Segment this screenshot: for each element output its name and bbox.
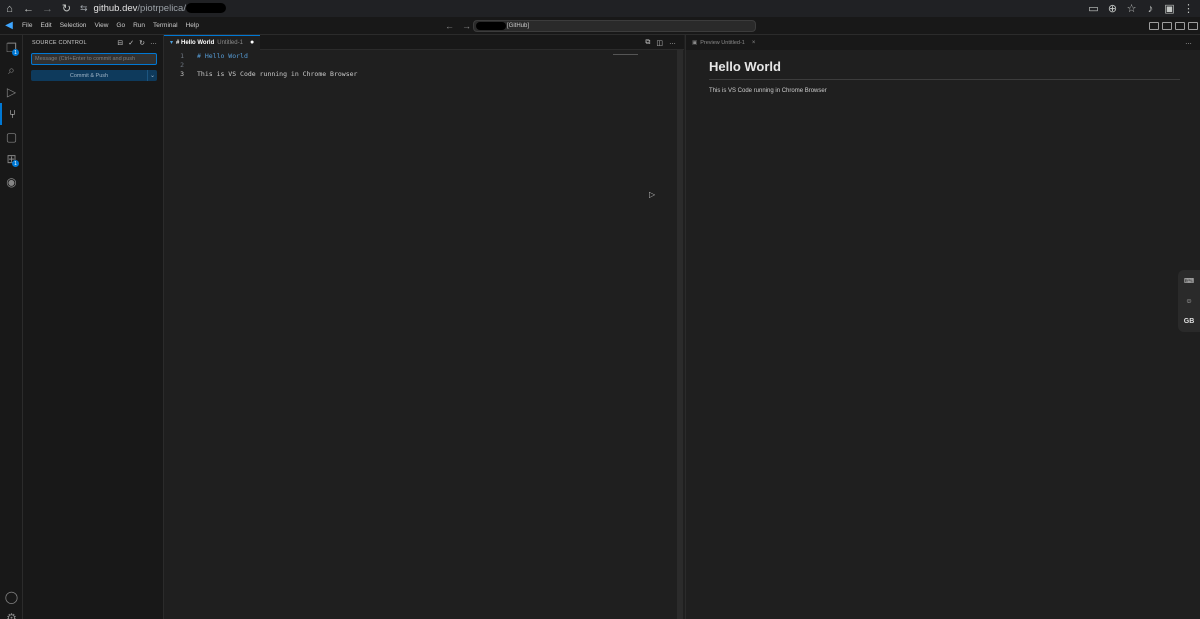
- emoji-icon[interactable]: ☺: [1185, 298, 1192, 305]
- editor-scrollbar[interactable]: [677, 50, 683, 619]
- zoom-icon[interactable]: ⊕: [1103, 0, 1122, 17]
- extensions-icon[interactable]: ⊞ 1: [0, 148, 23, 170]
- extensions-badge: 1: [12, 160, 19, 167]
- open-preview-side-icon[interactable]: ⧉: [645, 39, 650, 47]
- nav-back-icon[interactable]: ←: [445, 21, 454, 31]
- run-debug-icon[interactable]: ▷: [0, 81, 23, 103]
- editor-group-markdown: ▾ # Hello World Untitled-1 ● ⧉ ◫ … 1 # H…: [164, 34, 684, 619]
- commit-push-button[interactable]: Commit & Push: [31, 70, 147, 81]
- menu-file[interactable]: File: [18, 17, 36, 35]
- reload-icon[interactable]: ↻: [57, 0, 76, 17]
- browser-toolbar: ⌂ ← → ↻ ⇆ github.dev/piotrpelica/ ▭ ⊕ ☆ …: [0, 0, 1200, 17]
- account-icon[interactable]: ◯: [0, 586, 23, 608]
- split-editor-icon[interactable]: ◫: [656, 39, 663, 47]
- sidebar-title: SOURCE CONTROL: [32, 40, 87, 46]
- preview-heading: Hello World: [709, 59, 1180, 80]
- tab-hello-world[interactable]: ▾ # Hello World Untitled-1 ●: [164, 34, 261, 50]
- mic-icon[interactable]: ♪: [1141, 0, 1160, 17]
- unsaved-dot-icon[interactable]: ●: [250, 39, 254, 46]
- line-text: # Hello World: [197, 52, 248, 60]
- code-line: 1 # Hello World: [164, 52, 684, 61]
- tab-description: Untitled-1: [217, 39, 243, 46]
- floating-toolbar: ⌨ ☺ GB: [1178, 270, 1200, 332]
- preview-icon: ▣: [692, 39, 698, 46]
- vscode-titlebar: ◀ File Edit Selection View Go Run Termin…: [0, 17, 1200, 35]
- menu-terminal[interactable]: Terminal: [149, 17, 182, 35]
- redacted-text: [476, 22, 506, 30]
- explorer-badge: 1: [12, 49, 19, 56]
- activity-bar: ❐ 1 ⌕ ▷ ⑂ ▢ ⊞ 1 ◉ ◯ ⚙: [0, 35, 23, 619]
- extension-icon[interactable]: ▣: [1160, 0, 1179, 17]
- mouse-pointer-icon: ▷: [649, 190, 656, 199]
- command-center[interactable]: [GitHub]: [473, 20, 756, 32]
- close-icon[interactable]: ×: [752, 40, 756, 46]
- line-number: 2: [180, 61, 184, 69]
- keyboard-icon[interactable]: ⌨: [1184, 277, 1194, 285]
- toggle-sidebar-icon[interactable]: [1162, 22, 1172, 30]
- tab-title: Preview Untitled-1: [700, 39, 745, 46]
- minimap[interactable]: [613, 54, 638, 55]
- markdown-file-icon: ▾: [170, 40, 174, 46]
- line-number: 1: [180, 52, 184, 60]
- search-icon[interactable]: ⌕: [0, 59, 23, 81]
- tab-title: # Hello World: [176, 39, 215, 46]
- code-line: 2: [164, 61, 684, 70]
- home-icon[interactable]: ⌂: [0, 0, 19, 17]
- source-control-view: SOURCE CONTROL ⊟ ✓ ↻ … Message (Ctrl+Ent…: [23, 35, 164, 619]
- source-control-icon[interactable]: ⑂: [0, 103, 23, 125]
- line-number: 3: [180, 70, 184, 78]
- menu-bar: File Edit Selection View Go Run Terminal…: [18, 17, 203, 35]
- settings-gear-icon[interactable]: ⚙: [0, 607, 23, 619]
- refresh-icon[interactable]: ↻: [139, 39, 145, 47]
- remote-explorer-icon[interactable]: ▢: [0, 126, 23, 148]
- command-center-label: [GitHub]: [507, 23, 530, 29]
- site-settings-icon[interactable]: ⇆: [80, 3, 88, 14]
- commit-dropdown-icon[interactable]: ⌄: [147, 70, 157, 81]
- code-line: 3 This is VS Code running in Chrome Brow…: [164, 70, 684, 79]
- url-path: /piotrpelica/: [137, 3, 186, 14]
- menu-run[interactable]: Run: [129, 17, 149, 35]
- editor-group-preview: ▣ Preview Untitled-1 × … Hello World Thi…: [685, 35, 1200, 619]
- cast-icon[interactable]: ▭: [1084, 0, 1103, 17]
- back-arrow-icon[interactable]: ←: [19, 0, 38, 17]
- language-gb-button[interactable]: GB: [1184, 318, 1195, 325]
- commit-message-input[interactable]: Message (Ctrl+Enter to commit and push: [31, 53, 157, 65]
- layout-customize-icon[interactable]: [1149, 22, 1159, 30]
- line-text: This is VS Code running in Chrome Browse…: [197, 70, 358, 78]
- forward-arrow-icon[interactable]: →: [38, 0, 57, 17]
- preview-paragraph: This is VS Code running in Chrome Browse…: [709, 88, 827, 94]
- kebab-menu-icon[interactable]: ⋮: [1179, 0, 1198, 17]
- toggle-panel-icon[interactable]: [1175, 22, 1185, 30]
- more-actions-icon[interactable]: …: [669, 39, 676, 46]
- menu-edit[interactable]: Edit: [36, 17, 55, 35]
- menu-go[interactable]: Go: [112, 17, 129, 35]
- toggle-secondary-sidebar-icon[interactable]: [1188, 22, 1198, 30]
- menu-view[interactable]: View: [90, 17, 112, 35]
- url-host: github.dev: [93, 3, 138, 14]
- menu-selection[interactable]: Selection: [56, 17, 91, 35]
- code-editor[interactable]: 1 # Hello World 2 3 This is VS Code runn…: [164, 50, 684, 79]
- commit-check-icon[interactable]: ✓: [128, 39, 134, 47]
- nav-forward-icon[interactable]: →: [462, 21, 471, 31]
- explorer-icon[interactable]: ❐ 1: [0, 37, 23, 59]
- vscode-logo-icon: ◀: [5, 20, 13, 31]
- redacted-text: [185, 3, 226, 14]
- view-as-tree-icon[interactable]: ⊟: [117, 39, 123, 47]
- more-actions-icon[interactable]: …: [1185, 35, 1192, 50]
- markdown-preview: Hello World This is VS Code running in C…: [686, 50, 1200, 94]
- github-icon[interactable]: ◉: [0, 171, 23, 193]
- bookmark-star-icon[interactable]: ☆: [1122, 0, 1141, 17]
- address-bar[interactable]: ⇆ github.dev/piotrpelica/: [80, 1, 226, 16]
- more-actions-icon[interactable]: …: [150, 39, 157, 47]
- menu-help[interactable]: Help: [182, 17, 203, 35]
- tab-preview[interactable]: ▣ Preview Untitled-1 ×: [686, 35, 761, 50]
